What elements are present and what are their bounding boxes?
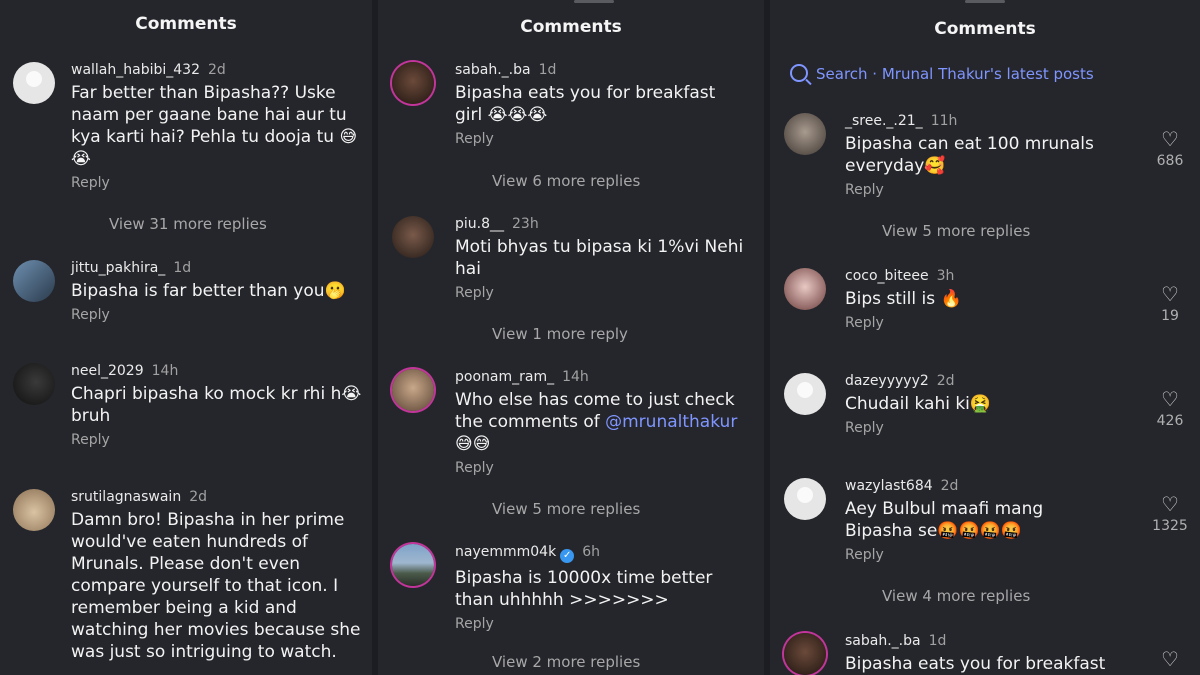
reply-button[interactable]: Reply xyxy=(71,432,363,448)
timestamp: 1d xyxy=(173,260,192,276)
like-control: ♡ 426 xyxy=(1150,388,1190,429)
username[interactable]: wazylast684 xyxy=(845,478,933,494)
timestamp: 14h xyxy=(151,363,179,379)
avatar[interactable] xyxy=(784,113,826,155)
timestamp: 1d xyxy=(538,62,557,78)
mention-link[interactable]: @mrunalthakur xyxy=(605,412,737,432)
comment-text: Moti bhyas tu bipasa ki 1%vi Nehi hai xyxy=(455,237,744,279)
comment-text: Chudail kahi ki🤮 xyxy=(845,394,992,414)
reply-button[interactable]: Reply xyxy=(455,460,745,476)
comment-text: Far better than Bipasha?? Uske naam per … xyxy=(71,83,358,169)
like-control: ♡ 686 xyxy=(1150,128,1190,169)
like-count: 686 xyxy=(1156,153,1184,169)
timestamp: 2d xyxy=(936,373,955,389)
reply-button[interactable]: Reply xyxy=(845,182,1115,198)
like-count: 19 xyxy=(1161,308,1179,324)
comment-text: Bipasha can eat 100 mrunals everyday🥰 xyxy=(845,134,1094,176)
comment-text: Chapri bipasha ko mock kr rhi h😭 bruh xyxy=(71,384,362,426)
like-count: 426 xyxy=(1156,413,1184,429)
username[interactable]: nayemmm04k xyxy=(455,544,556,560)
timestamp: 14h xyxy=(562,369,589,385)
search-suggestion-text: Search · Mrunal Thakur's latest posts xyxy=(816,65,1094,83)
like-control: ♡ 1325 xyxy=(1150,493,1190,534)
comment-text: Bipasha eats you for breakfast xyxy=(845,654,1106,674)
avatar[interactable] xyxy=(392,216,434,258)
verified-badge-icon: ✓ xyxy=(560,549,575,563)
reply-button[interactable]: Reply xyxy=(845,315,1115,331)
comment-text: Bips still is 🔥 xyxy=(845,289,962,309)
reply-button[interactable]: Reply xyxy=(455,616,745,632)
timestamp: 23h xyxy=(512,216,539,232)
username[interactable]: sabah._.ba xyxy=(455,62,531,78)
comment-text: Bipasha is far better than you🫢 xyxy=(71,281,346,301)
username[interactable]: dazeyyyyy2 xyxy=(845,373,929,389)
avatar[interactable] xyxy=(13,260,55,302)
comment-text: Bipasha eats you for breakfast girl 😭😭😭 xyxy=(455,83,716,125)
heart-icon[interactable]: ♡ xyxy=(1150,648,1190,670)
view-more-replies[interactable]: View 6 more replies xyxy=(492,172,640,190)
view-more-replies[interactable]: View 2 more replies xyxy=(492,653,640,671)
avatar[interactable] xyxy=(13,62,55,104)
timestamp: 2d xyxy=(189,489,207,505)
view-more-replies[interactable]: View 5 more replies xyxy=(882,222,1030,240)
comments-panel-left: Comments wallah_habibi_432 2d Far better … xyxy=(0,0,372,675)
view-more-replies[interactable]: View 31 more replies xyxy=(109,215,267,233)
reply-button[interactable]: Reply xyxy=(455,131,745,147)
search-suggestion[interactable]: Search · Mrunal Thakur's latest posts xyxy=(790,64,1094,83)
timestamp: 2d xyxy=(208,62,226,78)
username[interactable]: _sree._.21_ xyxy=(845,113,923,129)
panel-title: Comments xyxy=(520,17,622,37)
view-more-replies[interactable]: View 5 more replies xyxy=(492,500,640,518)
comment-text: Bipasha is 10000x time better than uhhhh… xyxy=(455,568,713,610)
drag-handle[interactable] xyxy=(965,0,1005,3)
avatar[interactable] xyxy=(784,478,826,520)
like-count: 1325 xyxy=(1152,518,1188,534)
heart-icon[interactable]: ♡ xyxy=(1150,388,1190,410)
view-more-replies[interactable]: View 1 more reply xyxy=(492,325,628,343)
reply-button[interactable]: Reply xyxy=(455,285,745,301)
timestamp: 6h xyxy=(582,544,600,560)
search-icon xyxy=(790,64,808,82)
avatar[interactable] xyxy=(784,268,826,310)
panel-title: Comments xyxy=(135,14,237,34)
like-control: ♡ xyxy=(1150,648,1190,670)
like-control: ♡ 19 xyxy=(1150,283,1190,324)
username[interactable]: coco_biteee xyxy=(845,268,929,284)
username[interactable]: srutilagnaswain xyxy=(71,489,181,505)
avatar[interactable] xyxy=(392,62,434,104)
username[interactable]: sabah._.ba xyxy=(845,633,921,649)
heart-icon[interactable]: ♡ xyxy=(1150,128,1190,150)
timestamp: 2d xyxy=(940,478,959,494)
username[interactable]: poonam_ram_ xyxy=(455,369,554,385)
drag-handle[interactable] xyxy=(574,0,614,3)
heart-icon[interactable]: ♡ xyxy=(1150,493,1190,515)
username[interactable]: piu.8__ xyxy=(455,216,504,232)
panel-title: Comments xyxy=(934,19,1036,39)
view-more-replies[interactable]: View 4 more replies xyxy=(882,587,1030,605)
username[interactable]: jittu_pakhira_ xyxy=(71,260,165,276)
reply-button[interactable]: Reply xyxy=(845,420,1115,436)
avatar[interactable] xyxy=(13,363,55,405)
reply-button[interactable]: Reply xyxy=(845,547,1115,563)
reply-button[interactable]: Reply xyxy=(71,175,363,191)
heart-icon[interactable]: ♡ xyxy=(1150,283,1190,305)
username[interactable]: neel_2029 xyxy=(71,363,144,379)
comments-panel-middle: Comments sabah._.ba 1d Bipasha eats you f… xyxy=(378,0,764,675)
avatar[interactable] xyxy=(784,373,826,415)
username[interactable]: wallah_habibi_432 xyxy=(71,62,200,78)
comments-panel-right: Comments Search · Mrunal Thakur's latest… xyxy=(770,0,1200,675)
avatar[interactable] xyxy=(784,633,826,675)
timestamp: 3h xyxy=(936,268,955,284)
timestamp: 11h xyxy=(930,113,958,129)
comment-text: Damn bro! Bipasha in her prime would've … xyxy=(71,510,361,662)
avatar[interactable] xyxy=(392,369,434,411)
avatar[interactable] xyxy=(13,489,55,531)
timestamp: 1d xyxy=(928,633,947,649)
comment-emoji: 😅😅 xyxy=(455,434,491,454)
comment-text: Aey Bulbul maafi mang Bipasha se🤬🤬🤬🤬 xyxy=(845,499,1044,541)
reply-button[interactable]: Reply xyxy=(71,307,363,323)
avatar[interactable] xyxy=(392,544,434,586)
comment-text: Who else has come to just check the comm… xyxy=(455,389,745,455)
